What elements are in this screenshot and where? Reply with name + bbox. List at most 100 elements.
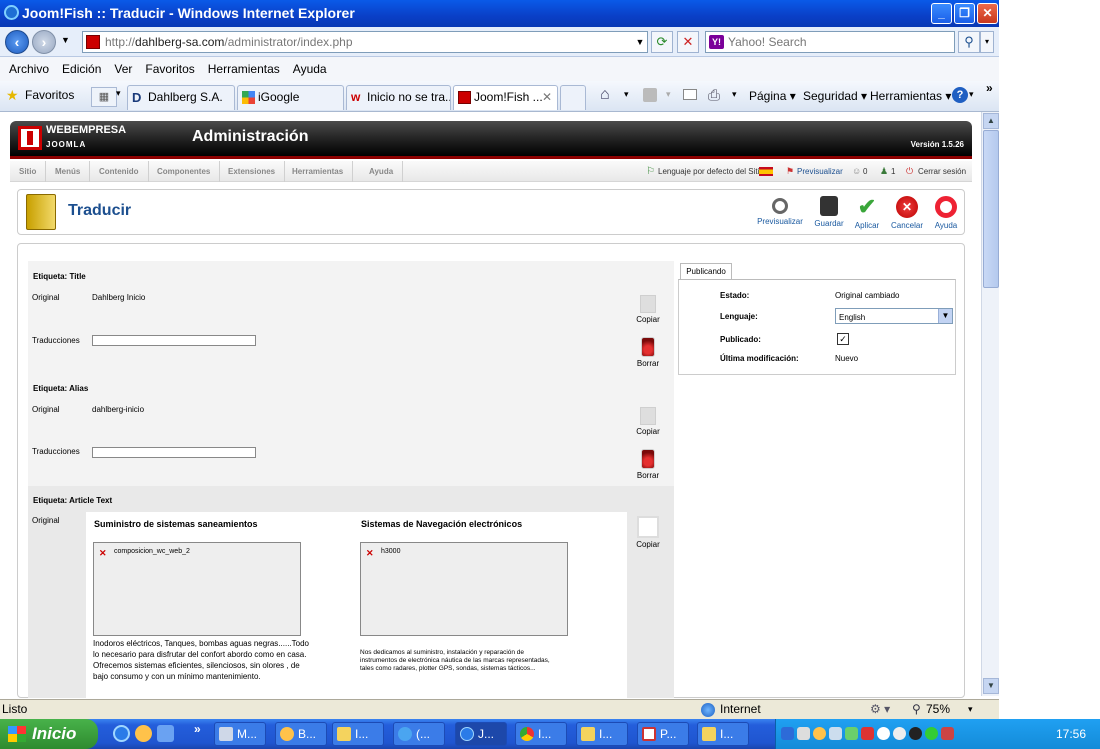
print-dropdown-icon[interactable]: ▾ xyxy=(732,89,737,100)
feeds-icon[interactable] xyxy=(643,88,657,102)
help-dropdown-icon[interactable]: ▾ xyxy=(969,89,974,100)
jmenu-contenido[interactable]: Contenido xyxy=(90,161,149,182)
tools-menu[interactable]: Herramientas ▾ xyxy=(870,88,951,104)
forward-button[interactable]: › xyxy=(32,30,56,54)
quicklaunch-messenger-icon[interactable] xyxy=(135,725,152,742)
title-copy-button[interactable]: Copiar xyxy=(628,295,668,324)
article-copy-button[interactable]: Copiar xyxy=(628,516,668,549)
history-dropdown-icon[interactable]: ▼ xyxy=(61,35,70,45)
task-button[interactable]: P... xyxy=(637,722,689,746)
zoom-icon[interactable]: ⚲ xyxy=(912,700,921,719)
scroll-up-icon[interactable]: ▲ xyxy=(983,113,999,129)
zoom-level[interactable]: 75% xyxy=(926,700,950,719)
tab-dahlberg[interactable]: D Dahlberg S.A. xyxy=(127,85,235,110)
tray-icon[interactable] xyxy=(925,727,938,740)
jmenu-ayuda[interactable]: Ayuda xyxy=(360,161,404,182)
new-tab-button[interactable] xyxy=(560,85,586,110)
publicado-checkbox[interactable]: ✓ xyxy=(837,333,849,345)
home-icon[interactable]: ⌂ xyxy=(600,86,610,104)
search-input[interactable]: Y! Yahoo! Search xyxy=(705,31,955,53)
menu-ver[interactable]: Ver xyxy=(114,62,132,76)
url-input[interactable]: http://dahlberg-sa.com/administrator/ind… xyxy=(82,31,648,53)
language-select[interactable]: English ▼ xyxy=(835,308,953,324)
help-icon[interactable]: ? xyxy=(952,87,968,103)
tray-icon[interactable] xyxy=(781,727,794,740)
tab-list-icon[interactable]: ▾ xyxy=(116,88,121,99)
jmenu-componentes[interactable]: Componentes xyxy=(148,161,221,182)
tab-publicando[interactable]: Publicando xyxy=(680,263,732,279)
zoom-dropdown-icon[interactable]: ▾ xyxy=(968,700,973,719)
tray-icon[interactable] xyxy=(845,727,858,740)
quicklaunch-more-icon[interactable]: » xyxy=(194,722,201,736)
protected-mode-icon[interactable]: ⚙ ▾ xyxy=(870,700,890,719)
jmenu-sitio[interactable]: Sitio xyxy=(10,161,47,182)
tray-icon[interactable] xyxy=(941,727,954,740)
preview-button[interactable]: Previsualizar xyxy=(757,196,803,226)
search-options-icon[interactable]: ▾ xyxy=(980,31,994,53)
task-button[interactable]: I... xyxy=(576,722,628,746)
logout-link[interactable]: Cerrar sesión xyxy=(918,161,966,182)
task-button[interactable]: (... xyxy=(393,722,445,746)
tray-icon[interactable] xyxy=(829,727,842,740)
cancel-icon: ✕ xyxy=(896,196,918,218)
clock: 17:56 xyxy=(1055,727,1086,741)
mail-icon[interactable] xyxy=(683,89,697,100)
favorites-button[interactable]: Favoritos xyxy=(25,88,74,102)
menu-favoritos[interactable]: Favoritos xyxy=(145,62,194,76)
tray-icon[interactable] xyxy=(877,727,890,740)
quicklaunch-desktop-icon[interactable] xyxy=(157,725,174,742)
jmenu-herramientas[interactable]: Herramientas xyxy=(283,161,354,182)
tab-joomfish[interactable]: Joom!Fish ... ✕ xyxy=(453,85,558,110)
task-icon xyxy=(520,727,534,741)
menu-herramientas[interactable]: Herramientas xyxy=(208,62,280,76)
jmenu-extensiones[interactable]: Extensiones xyxy=(219,161,286,182)
tray-icon[interactable] xyxy=(813,727,826,740)
task-button[interactable]: I... xyxy=(697,722,749,746)
help-button[interactable]: Ayuda xyxy=(923,196,969,230)
vertical-scrollbar[interactable]: ▲ ▼ xyxy=(981,112,999,696)
scroll-down-icon[interactable]: ▼ xyxy=(983,678,999,694)
menu-archivo[interactable]: Archivo xyxy=(9,62,49,76)
alias-translation-input[interactable] xyxy=(92,447,256,458)
task-button[interactable]: I... xyxy=(515,722,567,746)
tray-icon[interactable] xyxy=(909,727,922,740)
refresh-icon[interactable]: ⟳ xyxy=(651,31,673,53)
tab-inicio[interactable]: w Inicio no se tra... xyxy=(346,85,451,110)
title-translation-input[interactable] xyxy=(92,335,256,346)
jmenu-menus[interactable]: Menús xyxy=(46,161,91,182)
tray-icon[interactable] xyxy=(893,727,906,740)
tab-close-icon[interactable]: ✕ xyxy=(542,86,552,109)
quicklaunch-ie-icon[interactable] xyxy=(113,725,130,742)
task-button[interactable]: B... xyxy=(275,722,327,746)
tray-icon[interactable] xyxy=(861,727,874,740)
brand-name: WEBEMPRESA xyxy=(46,124,127,136)
task-button[interactable]: I... xyxy=(332,722,384,746)
page-menu[interactable]: Página ▾ xyxy=(749,88,796,104)
title-delete-button[interactable]: Borrar xyxy=(628,337,668,368)
preview-link[interactable]: Previsualizar xyxy=(797,161,843,182)
minimize-button[interactable]: _ xyxy=(931,3,952,24)
menu-ayuda[interactable]: Ayuda xyxy=(293,62,327,76)
feeds-dropdown-icon[interactable]: ▾ xyxy=(666,89,671,100)
copy-icon xyxy=(637,516,659,538)
task-button[interactable]: M... xyxy=(214,722,266,746)
tray-icon[interactable] xyxy=(797,727,810,740)
scroll-thumb[interactable] xyxy=(983,130,999,288)
more-commands-icon[interactable]: » xyxy=(986,81,993,95)
menu-edicion[interactable]: Edición xyxy=(62,62,101,76)
stop-icon[interactable]: ✕ xyxy=(677,31,699,53)
alias-copy-button[interactable]: Copiar xyxy=(628,407,668,436)
close-button[interactable]: ✕ xyxy=(977,3,998,24)
quick-tabs-icon[interactable]: ▦ xyxy=(91,87,117,107)
start-button[interactable]: Inicio xyxy=(0,719,98,749)
search-go-icon[interactable]: ⚲ xyxy=(958,31,980,53)
security-menu[interactable]: Seguridad ▾ xyxy=(803,88,867,104)
back-button[interactable]: ‹ xyxy=(5,30,29,54)
task-button[interactable]: J... xyxy=(455,722,507,746)
home-dropdown-icon[interactable]: ▾ xyxy=(624,89,629,100)
alias-delete-button[interactable]: Borrar xyxy=(628,449,668,480)
maximize-button[interactable]: ❐ xyxy=(954,3,975,24)
url-dropdown-icon[interactable]: ▼ xyxy=(632,32,648,54)
print-icon[interactable]: ⎙ xyxy=(708,87,720,104)
tab-igoogle[interactable]: iGoogle xyxy=(237,85,344,110)
